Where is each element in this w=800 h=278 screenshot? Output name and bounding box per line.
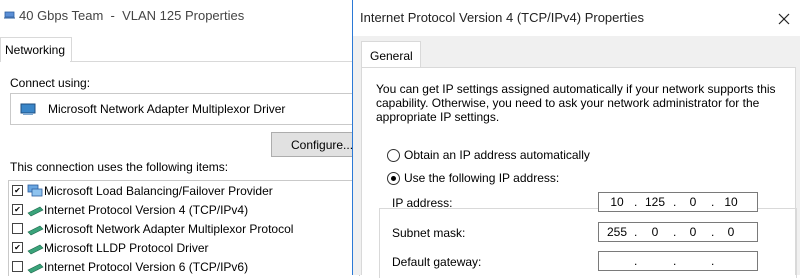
ip-octet: 125 bbox=[644, 195, 666, 209]
dialog-body: General You can get IP settings assigned… bbox=[353, 36, 800, 278]
octet-separator: . bbox=[711, 225, 715, 239]
protocol-icon bbox=[27, 263, 44, 274]
ip-octet: 10 bbox=[724, 195, 738, 209]
tab-general[interactable]: General bbox=[361, 41, 421, 68]
ipv4-properties-dialog: Internet Protocol Version 4 (TCP/IPv4) P… bbox=[352, 0, 800, 278]
ip-octet: 0 bbox=[689, 195, 697, 209]
list-item-label: Microsoft Network Adapter Multiplexor Pr… bbox=[44, 222, 294, 236]
network-service-icon bbox=[27, 184, 43, 197]
ip-octet: 0 bbox=[727, 225, 735, 239]
octet-separator: . bbox=[634, 195, 638, 209]
list-item-label: Internet Protocol Version 6 (TCP/IPv6) bbox=[44, 260, 249, 274]
tab-divider bbox=[70, 61, 360, 62]
list-item[interactable]: ✔ Microsoft LLDP Protocol Driver bbox=[9, 239, 359, 258]
octet-separator: . bbox=[673, 225, 677, 239]
radio-obtain-automatically[interactable] bbox=[387, 149, 400, 162]
network-adapter-icon bbox=[20, 103, 36, 115]
octet-separator: . bbox=[634, 254, 638, 268]
subnet-mask-label: Subnet mask: bbox=[392, 226, 466, 240]
list-item-label: Internet Protocol Version 4 (TCP/IPv4) bbox=[44, 203, 249, 217]
ip-address-label: IP address: bbox=[392, 196, 453, 210]
octet-separator: . bbox=[634, 225, 638, 239]
radio-selected-dot bbox=[391, 176, 396, 181]
ip-octet: 255 bbox=[606, 225, 628, 239]
default-gateway-label: Default gateway: bbox=[392, 255, 482, 269]
item-checkbox[interactable]: ✔ bbox=[12, 185, 23, 196]
list-item[interactable]: Internet Protocol Version 6 (TCP/IPv6) bbox=[9, 258, 359, 276]
adapter-display: Microsoft Network Adapter Multiplexor Dr… bbox=[10, 93, 357, 125]
item-checkbox[interactable] bbox=[12, 261, 23, 272]
protocol-icon bbox=[27, 244, 44, 255]
ip-octet: 0 bbox=[689, 225, 697, 239]
protocol-icon bbox=[27, 206, 44, 217]
octet-separator: . bbox=[673, 195, 677, 209]
item-checkbox[interactable]: ✔ bbox=[12, 242, 23, 253]
subnet-mask-input[interactable]: 255 . 0 . 0 . 0 bbox=[598, 222, 758, 242]
dialog-title: Internet Protocol Version 4 (TCP/IPv4) P… bbox=[360, 10, 644, 25]
items-list-label: This connection uses the following items… bbox=[10, 160, 229, 174]
tab-networking[interactable]: Networking bbox=[0, 37, 72, 62]
background-titlebar[interactable]: 40 Gbps Team - VLAN 125 Properties bbox=[0, 0, 360, 33]
adapter-name: Microsoft Network Adapter Multiplexor Dr… bbox=[48, 102, 286, 116]
connection-items-list[interactable]: ✔ Microsoft Load Balancing/Failover Prov… bbox=[8, 180, 360, 276]
dialog-titlebar[interactable]: Internet Protocol Version 4 (TCP/IPv4) P… bbox=[353, 0, 800, 36]
item-checkbox[interactable] bbox=[12, 223, 23, 234]
octet-separator: . bbox=[711, 195, 715, 209]
configure-button-label: Configure... bbox=[291, 138, 354, 152]
ip-octet: 10 bbox=[610, 195, 624, 209]
configure-button[interactable]: Configure... bbox=[271, 132, 361, 157]
close-icon[interactable] bbox=[770, 7, 798, 31]
intro-text: You can get IP settings assigned automat… bbox=[376, 82, 776, 124]
general-tab-panel: You can get IP settings assigned automat… bbox=[361, 67, 797, 278]
octet-separator: . bbox=[711, 254, 715, 268]
list-item[interactable]: ✔ Microsoft Load Balancing/Failover Prov… bbox=[9, 182, 359, 201]
octet-separator: . bbox=[673, 254, 677, 268]
default-gateway-input[interactable]: . . . bbox=[598, 251, 758, 271]
list-item-label: Microsoft Load Balancing/Failover Provid… bbox=[44, 184, 273, 198]
item-checkbox[interactable]: ✔ bbox=[12, 204, 23, 215]
background-window-title: 40 Gbps Team - VLAN 125 Properties bbox=[19, 8, 245, 23]
radio-use-following-label[interactable]: Use the following IP address: bbox=[404, 171, 559, 185]
radio-obtain-automatically-label[interactable]: Obtain an IP address automatically bbox=[404, 148, 590, 162]
list-item[interactable]: Microsoft Network Adapter Multiplexor Pr… bbox=[9, 220, 359, 239]
ip-address-input[interactable]: 10 . 125 . 0 . 10 bbox=[598, 192, 758, 212]
tab-networking-label: Networking bbox=[5, 43, 66, 57]
protocol-icon bbox=[27, 225, 44, 236]
list-item[interactable]: ✔ Internet Protocol Version 4 (TCP/IPv4) bbox=[9, 201, 359, 220]
list-item-label: Microsoft LLDP Protocol Driver bbox=[44, 241, 209, 255]
radio-use-following[interactable] bbox=[387, 172, 400, 185]
connect-using-label: Connect using: bbox=[10, 76, 91, 90]
ip-octet: 0 bbox=[651, 225, 659, 239]
tab-general-label: General bbox=[370, 49, 413, 63]
network-connection-icon bbox=[4, 11, 15, 19]
